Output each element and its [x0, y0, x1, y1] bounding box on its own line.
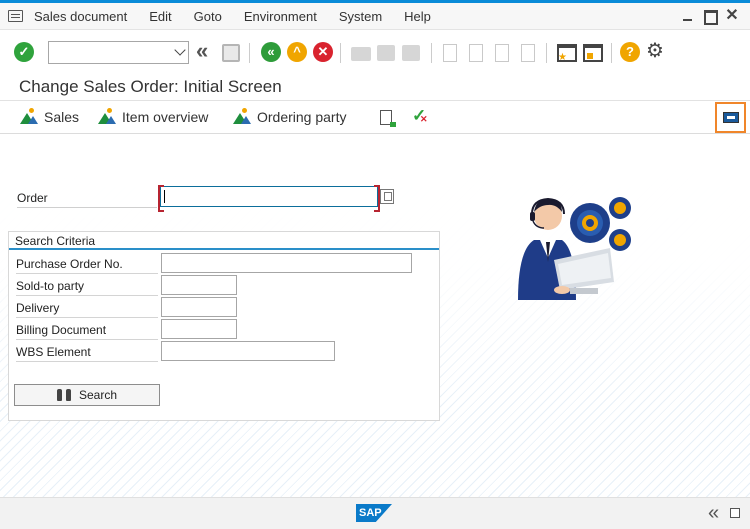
billing-document-input[interactable] — [161, 319, 237, 339]
status-details-icon[interactable] — [730, 508, 740, 518]
menu-sales-document[interactable]: Sales document — [34, 9, 127, 24]
search-button[interactable]: Search — [14, 384, 160, 406]
settings-icon[interactable]: ⚙ — [646, 41, 666, 62]
exit-icon[interactable]: ^ — [287, 42, 307, 62]
standard-toolbar: ✓ « « ^ ✕ ? ⚙ — [0, 31, 750, 71]
wbs-element-label: WBS Element — [16, 345, 158, 362]
title-bar: Change Sales Order: Initial Screen — [0, 71, 750, 101]
delivery-label: Delivery — [16, 301, 158, 318]
back-icon[interactable]: « — [261, 42, 281, 62]
sold-to-party-input[interactable] — [161, 275, 237, 295]
next-page-icon[interactable] — [495, 44, 509, 62]
find-icon[interactable] — [377, 45, 395, 61]
menu-environment[interactable]: Environment — [244, 9, 317, 24]
find-next-icon[interactable] — [402, 45, 420, 61]
enter-icon[interactable]: ✓ — [14, 42, 34, 62]
help-icon[interactable]: ? — [620, 42, 640, 62]
ordering-party-button-label: Ordering party — [257, 109, 347, 125]
support-agent-illustration — [518, 197, 631, 300]
close-icon[interactable]: ✕ — [722, 8, 742, 24]
command-field[interactable] — [48, 41, 189, 64]
text-cursor — [164, 190, 165, 203]
toolbar-separator — [611, 43, 612, 63]
application-toolbar: Sales Item overview Ordering party ✓ — [0, 101, 750, 134]
page-title: Change Sales Order: Initial Screen — [19, 77, 282, 96]
screen-layout-icon — [723, 112, 739, 123]
item-overview-button-label: Item overview — [122, 109, 209, 125]
minimize-icon[interactable] — [678, 8, 698, 24]
sap-logo: SAP — [356, 504, 392, 522]
menu-help[interactable]: Help — [404, 9, 431, 24]
purchase-order-label: Purchase Order No. — [16, 257, 158, 274]
overview-icon — [98, 108, 116, 124]
wbs-element-input[interactable] — [161, 341, 335, 361]
binoculars-icon — [56, 389, 71, 401]
shortcut-icon[interactable] — [583, 44, 603, 62]
chevron-down-icon[interactable] — [174, 44, 186, 56]
delivery-input[interactable] — [161, 297, 237, 317]
window-controls: ✕ — [676, 8, 742, 25]
last-page-icon[interactable] — [521, 44, 535, 62]
print-icon[interactable] — [351, 47, 371, 61]
sales-button-label: Sales — [44, 109, 80, 125]
collapse-icon[interactable]: « — [196, 40, 216, 62]
order-input[interactable] — [158, 185, 380, 212]
system-menu-icon[interactable] — [8, 10, 23, 22]
menu-edit[interactable]: Edit — [149, 9, 171, 24]
search-criteria-title: Search Criteria — [15, 234, 96, 248]
status-bar: SAP « — [0, 497, 750, 529]
save-icon[interactable] — [222, 44, 240, 62]
order-label: Order — [17, 191, 157, 208]
group-divider — [9, 248, 439, 250]
cancel-icon[interactable]: ✕ — [313, 42, 333, 62]
toolbar-separator — [340, 43, 341, 63]
sales-button[interactable]: Sales — [20, 108, 80, 125]
maximize-icon[interactable] — [700, 8, 720, 25]
previous-page-icon[interactable] — [469, 44, 483, 62]
item-overview-button[interactable]: Item overview — [98, 108, 209, 125]
menu-goto[interactable]: Goto — [194, 9, 222, 24]
value-help-icon[interactable] — [380, 189, 394, 204]
billing-document-label: Billing Document — [16, 323, 158, 340]
status-check-icon[interactable]: ✓ — [412, 106, 428, 126]
toolbar-separator — [431, 43, 432, 63]
document-flow-icon[interactable] — [380, 110, 396, 127]
menu-system[interactable]: System — [339, 9, 382, 24]
overview-icon — [20, 108, 38, 124]
collapse-status-icon[interactable]: « — [708, 503, 719, 523]
first-page-icon[interactable] — [443, 44, 457, 62]
search-button-label: Search — [78, 388, 118, 402]
menu-items: Sales document Edit Goto Environment Sys… — [34, 9, 453, 24]
purchase-order-input[interactable] — [161, 253, 412, 273]
new-session-icon[interactable] — [557, 44, 577, 63]
toolbar-separator — [546, 43, 547, 63]
menu-bar: Sales document Edit Goto Environment Sys… — [0, 3, 750, 30]
screen-layout-button[interactable] — [715, 102, 746, 133]
overview-icon — [233, 108, 251, 124]
sold-to-party-label: Sold-to party — [16, 279, 158, 296]
ordering-party-button[interactable]: Ordering party — [233, 108, 347, 125]
gear-icon — [570, 197, 631, 251]
toolbar-separator — [249, 43, 250, 63]
